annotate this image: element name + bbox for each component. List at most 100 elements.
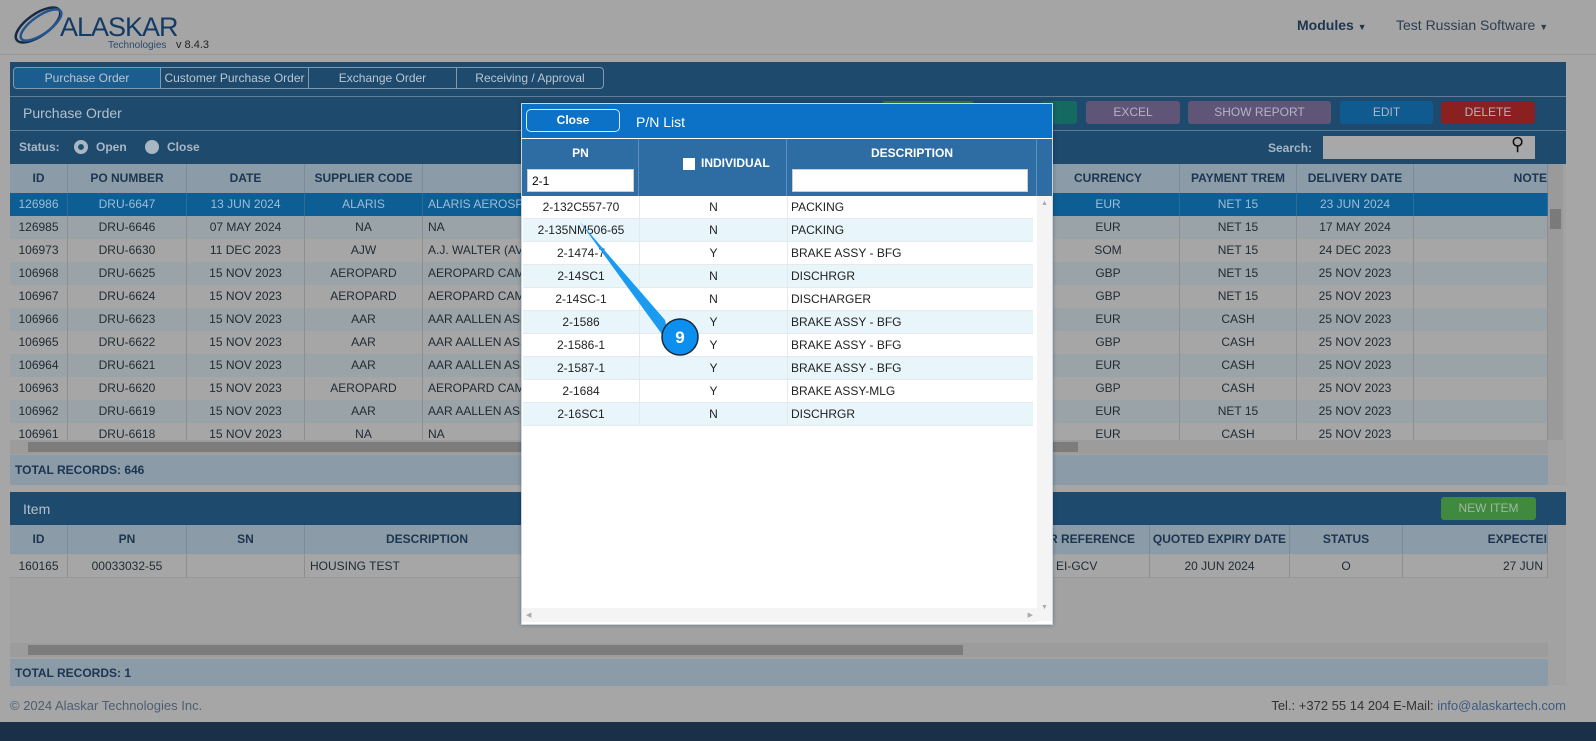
pn-list-modal: Close P/N List PN INDIVIDUAL DESCRIPTION…: [521, 103, 1053, 625]
version-label: v 8.4.3: [176, 39, 210, 51]
status-close-label: Close: [167, 140, 200, 154]
po-column-header[interactable]: PO NUMBER: [68, 164, 187, 193]
po-cell: 106965: [10, 331, 68, 354]
pn-list-row[interactable]: 2-1587-1 Y BRAKE ASSY - BFG: [523, 357, 1033, 380]
po-cell: 15 NOV 2023: [187, 354, 305, 377]
close-button[interactable]: Close: [526, 109, 620, 132]
po-cell: 25 NOV 2023: [1297, 285, 1414, 308]
show-report-button[interactable]: SHOW REPORT: [1188, 101, 1331, 124]
po-cell: DRU-6646: [68, 216, 187, 239]
po-cell: GBP: [1037, 285, 1180, 308]
po-cell: DRU-6630: [68, 239, 187, 262]
search-label: Search:: [1268, 141, 1313, 155]
po-cell: CASH: [1180, 354, 1297, 377]
po-cell: NET 15: [1180, 400, 1297, 423]
item-horizontal-scrollbar[interactable]: [10, 643, 1548, 657]
description-cell: BRAKE ASSY - BFG: [791, 338, 902, 352]
contact-info: Tel.: +372 55 14 204 E-Mail: info@alaska…: [1271, 698, 1566, 713]
item-column-header[interactable]: PN: [68, 525, 187, 554]
po-cell: 15 NOV 2023: [187, 308, 305, 331]
po-column-header[interactable]: DATE: [187, 164, 305, 193]
tab-purchase-order[interactable]: Purchase Order: [14, 68, 161, 88]
po-column-header[interactable]: SUPPLIER CODE: [305, 164, 423, 193]
status-open-radio[interactable]: [74, 140, 88, 154]
po-column-header[interactable]: DELIVERY DATE: [1297, 164, 1414, 193]
item-column-header[interactable]: SN: [187, 525, 305, 554]
modal-horizontal-scrollbar[interactable]: ◀ ▶: [522, 608, 1037, 622]
caret-down-icon: ▼: [1539, 22, 1549, 32]
po-cell: NA: [305, 216, 423, 239]
item-cell: [187, 555, 305, 578]
po-cell: 13 JUN 2024: [187, 193, 305, 216]
po-cell: DRU-6621: [68, 354, 187, 377]
description-cell: BRAKE ASSY - BFG: [791, 315, 902, 329]
individual-checkbox[interactable]: [683, 158, 695, 170]
po-cell: DRU-6619: [68, 400, 187, 423]
pn-cell: 2-1684: [523, 380, 640, 402]
po-column-header[interactable]: CURRENCY: [1037, 164, 1180, 193]
po-note-cell: [1414, 285, 1548, 308]
item-panel-title: Item: [23, 501, 51, 517]
panel-title: Purchase Order: [23, 105, 122, 121]
item-column-header[interactable]: QUOTED EXPIRY DATE: [1150, 525, 1290, 554]
pn-filter-input[interactable]: [527, 169, 634, 192]
po-cell: ALARIS: [305, 193, 423, 216]
item-column-header[interactable]: STATUS: [1290, 525, 1403, 554]
po-vertical-scrollbar[interactable]: [1548, 164, 1563, 440]
po-cell: DRU-6620: [68, 377, 187, 400]
po-cell: 126985: [10, 216, 68, 239]
description-column-header[interactable]: DESCRIPTION: [787, 146, 1037, 160]
po-note-cell: [1414, 239, 1548, 262]
po-column-header[interactable]: PAYMENT TREM: [1180, 164, 1297, 193]
item-cell: 20 JUN 2024: [1150, 555, 1290, 578]
email-link[interactable]: info@alaskartech.com: [1437, 698, 1566, 713]
modules-menu[interactable]: Modules ▼: [1297, 17, 1367, 33]
status-close-radio[interactable]: [145, 140, 159, 154]
tab-customer-purchase-order[interactable]: Customer Purchase Order: [161, 68, 309, 88]
po-cell: NET 15: [1180, 285, 1297, 308]
item-cell: O: [1290, 555, 1403, 578]
item-column-header[interactable]: EXPECTEI: [1403, 525, 1548, 554]
individual-cell: N: [640, 403, 788, 425]
pn-column-header[interactable]: PN: [522, 146, 639, 160]
po-cell: AAR: [305, 308, 423, 331]
top-header: ALASKAR Technologies v 8.4.3 Modules ▼ T…: [0, 0, 1596, 55]
search-icon[interactable]: ⚲: [1511, 134, 1524, 155]
pn-list-row[interactable]: 2-16SC1 N DISCHRGR: [523, 403, 1033, 426]
individual-column-header: INDIVIDUAL: [701, 156, 770, 170]
item-cell: 27 JUN: [1403, 555, 1548, 578]
search-input[interactable]: [1323, 136, 1535, 159]
item-column-header[interactable]: DESCRIPTION: [305, 525, 550, 554]
step-callout: 9: [580, 222, 699, 356]
po-cell: AEROPARD: [305, 285, 423, 308]
tab-receiving-approval[interactable]: Receiving / Approval: [457, 68, 603, 88]
excel-button[interactable]: EXCEL: [1086, 101, 1180, 124]
status-label: Status:: [19, 140, 60, 154]
po-cell: 106962: [10, 400, 68, 423]
new-item-button[interactable]: NEW ITEM: [1441, 497, 1536, 520]
po-column-header[interactable]: NOTE: [1414, 164, 1548, 193]
delete-button[interactable]: DELETE: [1441, 101, 1535, 124]
po-cell: 25 NOV 2023: [1297, 331, 1414, 354]
description-filter-input[interactable]: [792, 169, 1028, 192]
po-cell: 25 NOV 2023: [1297, 354, 1414, 377]
user-menu[interactable]: Test Russian Software ▼: [1396, 17, 1548, 33]
item-cell: HOUSING TEST: [305, 555, 550, 578]
edit-button[interactable]: EDIT: [1340, 101, 1433, 124]
po-cell: 15 NOV 2023: [187, 262, 305, 285]
individual-cell: Y: [640, 357, 788, 379]
po-cell: 106968: [10, 262, 68, 285]
pn-list-row[interactable]: 2-1684 Y BRAKE ASSY-MLG: [523, 380, 1033, 403]
po-cell: 25 NOV 2023: [1297, 400, 1414, 423]
po-cell: 25 NOV 2023: [1297, 308, 1414, 331]
tab-exchange-order[interactable]: Exchange Order: [309, 68, 457, 88]
po-cell: 23 JUN 2024: [1297, 193, 1414, 216]
modal-title: P/N List: [636, 114, 686, 130]
item-column-header[interactable]: ID: [10, 525, 68, 554]
po-cell: 106973: [10, 239, 68, 262]
po-column-header[interactable]: ID: [10, 164, 68, 193]
po-cell: AEROPARD: [305, 262, 423, 285]
modal-vertical-scrollbar[interactable]: ▲ ▼: [1037, 196, 1052, 621]
po-cell: DRU-6624: [68, 285, 187, 308]
po-cell: 15 NOV 2023: [187, 331, 305, 354]
